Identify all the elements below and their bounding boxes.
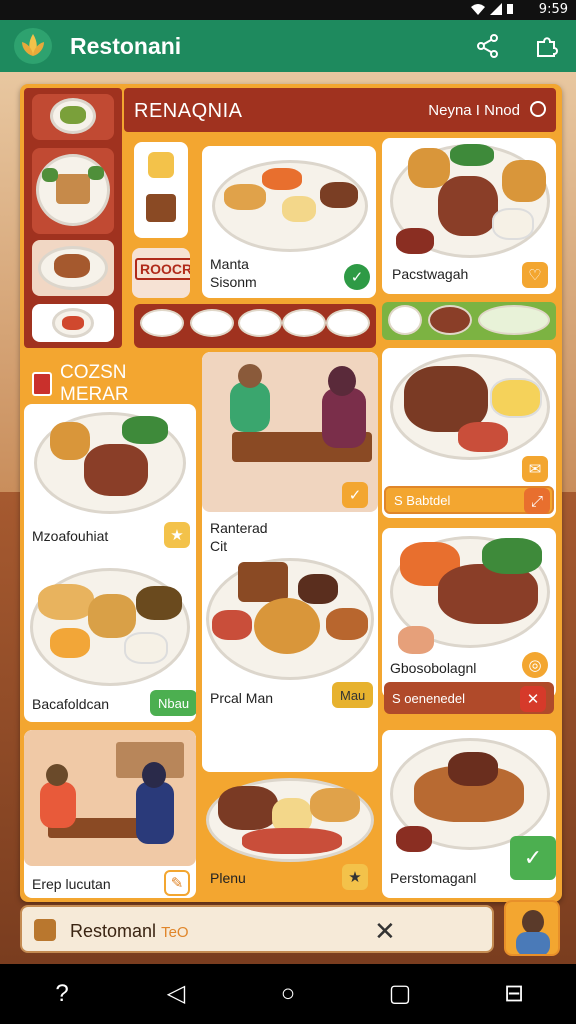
menu-title: RENAQNIA — [134, 100, 243, 122]
confirm-check-icon[interactable]: ✓ — [510, 836, 556, 880]
star-badge-icon[interactable]: ★ — [164, 522, 190, 548]
expand-icon[interactable]: ⤢ — [524, 488, 550, 514]
signal-icon — [490, 3, 502, 15]
app-title: Restonani — [70, 33, 182, 59]
dish-thumb-2[interactable] — [32, 148, 114, 234]
card-center[interactable]: ✓ Ranterad Cit Prcal Man Mau — [202, 352, 378, 772]
check-icon[interactable]: ✓ — [342, 482, 368, 508]
recents-icon[interactable]: ▢ — [386, 980, 414, 1008]
card-label: Pacstwagah — [392, 266, 469, 282]
system-nav-bar: ? ◁ ○ ▢ ⊟ — [0, 964, 576, 1024]
toggle-icon[interactable] — [530, 101, 546, 117]
card-label: Bacafoldcan — [32, 696, 110, 712]
star-icon — [148, 152, 174, 178]
card-label: Plenu — [210, 870, 246, 886]
chocolate-icon — [146, 194, 176, 222]
close-icon[interactable]: ✕ — [374, 916, 396, 947]
avatar[interactable] — [504, 900, 560, 956]
card-label: Perstomaganl — [390, 870, 477, 886]
menu-pill[interactable]: Mau — [332, 682, 374, 708]
help-icon[interactable]: ? — [48, 980, 76, 1008]
battery-icon — [507, 4, 513, 14]
card-label: Gbosobolagnl — [390, 660, 477, 676]
check-icon[interactable]: ✓ — [344, 264, 370, 290]
share-icon[interactable] — [474, 32, 502, 60]
bottom-search-bar[interactable]: Restomanl TeO ✕ — [20, 905, 494, 953]
card-center-bottom[interactable]: Plenu ★ — [202, 778, 378, 898]
card-left-mid[interactable]: Mzoafouhiat ★ — [24, 404, 196, 722]
section-label: COZSN MERAR — [24, 362, 200, 405]
card-label: Cit — [210, 538, 228, 554]
menu-panel: RENAQNIA Neyna I Nnod ROOCR Manta Sisonm… — [20, 84, 562, 902]
card-label: Sisonm — [210, 274, 257, 290]
bottom-bar-suffix: TeO — [161, 924, 189, 941]
card-top-right[interactable]: Pacstwagah ♡ — [382, 138, 556, 294]
menu-icon[interactable]: ⊟ — [500, 980, 528, 1008]
card-left-bottom[interactable]: Erep lucutan ✎ — [24, 730, 196, 898]
card-label: Manta — [210, 256, 249, 272]
dish-thumb-4[interactable] — [32, 304, 114, 342]
status-time: 9:59 — [538, 2, 568, 17]
card-label: Mzoafouhiat — [32, 528, 109, 544]
chat-icon[interactable]: ✉ — [522, 456, 548, 482]
cancel-icon[interactable]: ✕ — [520, 686, 546, 712]
dish-thumb-3[interactable] — [32, 240, 114, 296]
scene-couple — [24, 730, 196, 866]
card-label: Ranterad — [210, 520, 268, 536]
status-icons — [470, 3, 514, 15]
drink-icon — [32, 372, 52, 396]
lotus-icon — [22, 34, 44, 56]
app-bar: Restonani — [0, 20, 576, 72]
card-label: Erep lucutan — [32, 876, 111, 892]
status-bar: 9:59 — [0, 0, 576, 20]
app-logo — [14, 28, 52, 64]
card-top-middle[interactable]: Manta Sisonm ✓ — [202, 146, 376, 298]
section-title: COZSN MERAR — [60, 362, 129, 405]
dish-strip-2[interactable] — [382, 302, 556, 340]
clock-icon[interactable]: ◎ — [522, 652, 548, 678]
restaurant-icon — [34, 919, 56, 941]
tag-card[interactable]: ROOCR — [132, 248, 190, 298]
back-icon[interactable]: ◁ — [162, 980, 190, 1008]
heart-icon[interactable]: ♡ — [522, 262, 548, 288]
mini-column — [134, 142, 188, 238]
tag-pill-label: S Babtdel — [394, 492, 451, 508]
dish-strip-1[interactable] — [134, 304, 376, 348]
menu-header: RENAQNIA Neyna I Nnod — [124, 88, 556, 132]
card-right-lower[interactable]: Gbosobolagnl ◎ — [382, 528, 556, 698]
dish-thumb-1[interactable] — [32, 94, 114, 140]
left-column — [24, 88, 122, 348]
card-left-lower-footer: Bacafoldcan Nbau — [24, 684, 196, 722]
tag-pill-label: S oenenedel — [392, 690, 466, 706]
tag-label: ROOCR — [135, 258, 190, 280]
menu-pill[interactable]: Nbau — [150, 690, 196, 716]
home-icon[interactable]: ○ — [274, 980, 302, 1008]
card-label: Prcal Man — [210, 690, 274, 706]
star-badge-icon[interactable]: ★ — [342, 864, 368, 890]
bottom-bar-text: Restomanl TeO — [70, 921, 189, 941]
wifi-icon — [471, 4, 485, 15]
ticket-icon[interactable]: ✎ — [164, 870, 190, 896]
puzzle-icon[interactable] — [532, 32, 560, 60]
menu-subtitle: Neyna I Nnod — [428, 102, 520, 119]
